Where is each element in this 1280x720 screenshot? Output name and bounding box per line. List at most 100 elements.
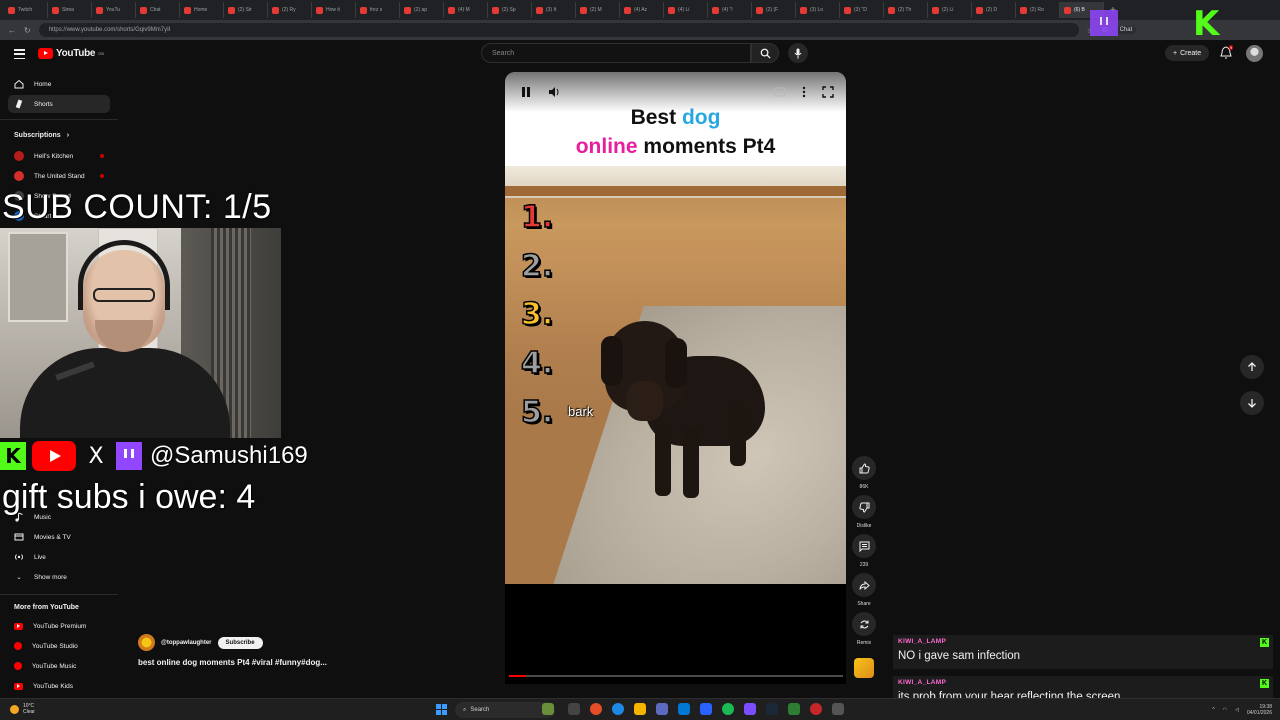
sidebar-item-live[interactable]: Live xyxy=(8,548,110,566)
social-handle: @Samushi169 xyxy=(150,442,308,469)
browser-tab[interactable]: (2) Th xyxy=(884,2,928,18)
sidebar-item-youtube-studio[interactable]: YouTube Studio xyxy=(8,637,110,655)
weather-widget[interactable]: 10°C Clear xyxy=(10,703,35,715)
taskbar-app-obs[interactable] xyxy=(810,703,822,715)
more-options-icon[interactable] xyxy=(797,85,811,99)
subscription-hells-kitchen[interactable]: Hell's Kitchen xyxy=(8,147,110,165)
chat-button[interactable]: Chat xyxy=(1115,26,1137,34)
taskbar-app-xbox[interactable] xyxy=(788,703,800,715)
browser-tab[interactable]: (2) Ro xyxy=(1016,2,1060,18)
account-avatar[interactable] xyxy=(1246,45,1263,62)
shorts-video-player[interactable]: Best dog online moments Pt4 1. 2. 3. 4. … xyxy=(505,72,846,684)
subscription-the-united-stand[interactable]: The United Stand xyxy=(8,167,110,185)
browser-tab[interactable]: (2) ap xyxy=(400,2,444,18)
browser-tab[interactable]: (4) M xyxy=(444,2,488,18)
channel-avatar[interactable] xyxy=(138,634,155,651)
captions-icon[interactable] xyxy=(773,85,787,99)
pause-icon[interactable] xyxy=(519,85,533,99)
taskbar-app-settings[interactable] xyxy=(832,703,844,715)
speaker-icon[interactable]: ◁ xyxy=(1235,707,1239,713)
like-icon xyxy=(859,462,870,473)
browser-tab[interactable]: How it xyxy=(312,2,356,18)
browser-tab[interactable]: (4) Li xyxy=(664,2,708,18)
browser-tab[interactable]: (2) (F xyxy=(752,2,796,18)
taskbar-app-task-view[interactable] xyxy=(568,703,580,715)
taskbar-app-outlook[interactable] xyxy=(678,703,690,715)
sidebar-item-label: Live xyxy=(34,553,46,561)
create-button[interactable]: + Create xyxy=(1165,45,1210,61)
wifi-icon[interactable]: ◠ xyxy=(1223,707,1227,713)
sidebar-item-shorts[interactable]: Shorts xyxy=(8,95,110,113)
chevron-up-icon[interactable]: ^ xyxy=(1212,707,1214,713)
channel-name[interactable]: @toppawlaughter xyxy=(161,640,212,646)
remix-button[interactable]: Remix xyxy=(852,612,876,646)
browser-tab[interactable]: Home xyxy=(180,2,224,18)
subscribe-button[interactable]: Subscribe xyxy=(217,636,263,649)
weather-desc: Clear xyxy=(23,709,35,715)
browser-tab[interactable]: (3) It xyxy=(532,2,576,18)
browser-tab[interactable]: (2) Sp xyxy=(488,2,532,18)
sidebar-item-movies-tv[interactable]: Movies & TV xyxy=(8,528,110,546)
browser-tab[interactable]: (4) Az xyxy=(620,2,664,18)
share-button[interactable]: Share xyxy=(852,573,876,607)
kick-badge-icon: K xyxy=(1260,638,1269,647)
back-icon[interactable]: ← xyxy=(8,26,16,35)
search-input[interactable]: Search xyxy=(481,43,751,63)
fullscreen-icon[interactable] xyxy=(821,85,835,99)
sidebar-item-youtube-kids[interactable]: YouTube Kids xyxy=(8,677,110,695)
sidebar-item-youtube-music[interactable]: YouTube Music xyxy=(8,657,110,675)
clock[interactable]: 19:38 04/01/2026 xyxy=(1247,704,1272,716)
browser-tab[interactable]: Strea xyxy=(48,2,92,18)
browser-tab[interactable]: (2) M xyxy=(576,2,620,18)
reload-icon[interactable]: ↻ xyxy=(24,26,31,35)
sidebar-item-show-more[interactable]: ⌄ Show more xyxy=(8,568,110,586)
browser-tab-strip: Twitch Strea YouTu Chat Home (2) Str (2) Ry How… xyxy=(0,0,1280,20)
taskbar-app-steam[interactable] xyxy=(766,703,778,715)
taskbar-app-edge[interactable] xyxy=(612,703,624,715)
voice-search-button[interactable] xyxy=(788,43,808,63)
taskbar-app-teams[interactable] xyxy=(656,703,668,715)
previous-short-button[interactable] xyxy=(1240,355,1264,379)
windows-start-icon[interactable] xyxy=(436,704,447,715)
url-field[interactable]: https://www.youtube.com/shorts/Gqiv9Mm7y… xyxy=(38,23,1079,37)
like-button[interactable]: 86K xyxy=(852,456,876,490)
taskbar-app-explorer[interactable] xyxy=(634,703,646,715)
menu-icon[interactable] xyxy=(14,49,25,59)
comments-button[interactable]: 239 xyxy=(852,534,876,568)
next-short-button[interactable] xyxy=(1240,391,1264,415)
browser-tab[interactable]: (2) D xyxy=(972,2,1016,18)
browser-tab[interactable]: Chat xyxy=(136,2,180,18)
youtube-logo[interactable]: YouTube GB xyxy=(38,48,104,59)
video-progress-bar[interactable] xyxy=(509,675,843,677)
taskbar: 10°C Clear ⌕ Search ^ ◠ ◁ 19:38 04/01/20… xyxy=(0,698,1280,720)
taskbar-app-vscode[interactable] xyxy=(700,703,712,715)
browser-tab[interactable]: (2) Li xyxy=(928,2,972,18)
sidebar-item-youtube-premium[interactable]: YouTube Premium xyxy=(8,617,110,635)
shorts-icon xyxy=(15,99,23,109)
tab-favicon-icon xyxy=(536,6,543,14)
taskbar-app-widgets[interactable] xyxy=(542,703,554,715)
search-button[interactable] xyxy=(751,43,779,63)
taskbar-search[interactable]: ⌕ Search xyxy=(455,702,555,718)
tab-favicon-icon xyxy=(624,6,631,14)
browser-tab[interactable]: YouTu xyxy=(92,2,136,18)
subscriptions-heading[interactable]: Subscriptions › xyxy=(14,132,69,139)
dislike-button[interactable]: Dislike xyxy=(852,495,876,529)
browser-tab[interactable]: (3) Lo xyxy=(796,2,840,18)
browser-tab[interactable]: Twitch xyxy=(4,2,48,18)
video-title[interactable]: best online dog moments Pt4 #viral #funn… xyxy=(138,658,327,667)
taskbar-app-spotify[interactable] xyxy=(722,703,734,715)
browser-tab[interactable]: frez s xyxy=(356,2,400,18)
browser-tab[interactable]: (4) "I xyxy=(708,2,752,18)
taskbar-app-browser[interactable] xyxy=(590,703,602,715)
sound-thumbnail[interactable] xyxy=(854,658,874,678)
volume-icon[interactable] xyxy=(547,85,561,99)
browser-tab[interactable]: (3) "D xyxy=(840,2,884,18)
sidebar-item-home[interactable]: Home xyxy=(8,75,110,93)
kick-badge-icon: K xyxy=(1260,679,1269,688)
browser-tab[interactable]: (2) Ry xyxy=(268,2,312,18)
taskbar-app-discord[interactable] xyxy=(744,703,756,715)
browser-tab[interactable]: (2) Str xyxy=(224,2,268,18)
chat-username: KIWI_A_LAMP xyxy=(898,638,947,645)
tab-favicon-icon xyxy=(888,6,895,14)
